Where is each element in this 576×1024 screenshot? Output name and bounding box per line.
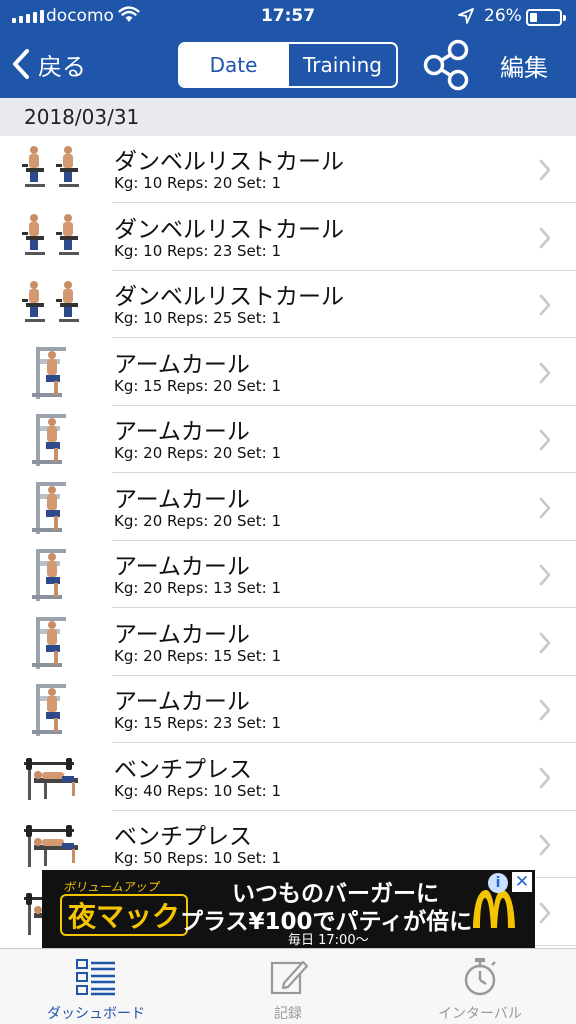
navigation-bar: docomo 17:57 26% 戻る Date Training 編集: [0, 0, 576, 98]
exercise-detail: Kg: 10 Reps: 25 Set: 1: [114, 309, 282, 327]
exercise-thumbnail-bench-press: [20, 748, 90, 806]
stopwatch-icon: [464, 958, 496, 996]
exercise-name: ダンベルリストカール: [114, 284, 344, 310]
ad-brand: 夜マック: [60, 894, 188, 936]
dashboard-icon: [76, 959, 115, 996]
tab-interval[interactable]: インターバル: [384, 949, 576, 1024]
exercise-thumbnail-seated-wrist-curl: [20, 275, 90, 333]
chevron-right-icon: [539, 294, 551, 316]
chevron-right-icon: [539, 699, 551, 721]
tab-label-interval: インターバル: [438, 1006, 522, 1022]
view-mode-segmented-control: Date Training: [178, 42, 398, 88]
exercise-name: アームカール: [114, 554, 250, 580]
chevron-right-icon: [539, 834, 551, 856]
battery-icon: [526, 9, 566, 26]
exercise-name: ベンチプレス: [114, 824, 252, 850]
exercise-detail: Kg: 20 Reps: 20 Set: 1: [114, 511, 282, 530]
chevron-right-icon: [539, 632, 551, 653]
exercise-row[interactable]: アームカール Kg: 20 Reps: 20 Set: 1: [0, 474, 576, 541]
exercise-detail: Kg: 10 Reps: 23 Set: 1: [114, 241, 282, 260]
exercise-row[interactable]: ベンチプレス Kg: 50 Reps: 10 Set: 1: [0, 811, 576, 878]
chevron-right-icon: [539, 497, 551, 518]
ad-category: ボリュームアップ: [62, 880, 161, 894]
status-bar: docomo 17:57 26%: [0, 0, 576, 34]
exercise-thumbnail-arm-curl-machine: [20, 410, 90, 468]
exercise-thumbnail-seated-wrist-curl: [20, 140, 90, 198]
exercise-detail: Kg: 20 Reps: 13 Set: 1: [114, 579, 282, 597]
exercise-row[interactable]: アームカール Kg: 15 Reps: 23 Set: 1: [0, 676, 576, 743]
exercise-row[interactable]: アームカール Kg: 20 Reps: 20 Set: 1: [0, 406, 576, 473]
exercise-detail: Kg: 15 Reps: 20 Set: 1: [114, 376, 282, 395]
section-date: 2018/03/31: [24, 105, 140, 129]
edit-record-icon: [270, 960, 309, 995]
exercise-detail: Kg: 15 Reps: 23 Set: 1: [114, 714, 282, 732]
exercise-row[interactable]: ダンベルリストカール Kg: 10 Reps: 25 Set: 1: [0, 271, 576, 338]
tab-label-record: 記録: [274, 1006, 302, 1022]
exercise-name: アームカール: [114, 351, 250, 378]
exercise-name: アームカール: [114, 621, 250, 648]
tab-bar: ダッシュボード 記録 インターバル: [0, 948, 576, 1024]
chevron-right-icon: [539, 429, 551, 451]
chevron-right-icon: [539, 159, 551, 181]
chevron-right-icon: [539, 564, 551, 586]
exercise-thumbnail-seated-wrist-curl: [20, 208, 90, 266]
exercise-row[interactable]: ベンチプレス Kg: 40 Reps: 10 Set: 1: [0, 744, 576, 811]
ad-schedule: 毎日 17:00〜: [288, 933, 369, 948]
exercise-thumbnail-arm-curl-machine: [20, 545, 90, 603]
exercise-detail: Kg: 40 Reps: 10 Set: 1: [114, 781, 282, 800]
exercise-name: アームカール: [114, 689, 250, 715]
tab-label-dashboard: ダッシュボード: [47, 1006, 145, 1022]
chevron-right-icon: [539, 902, 551, 923]
battery-percent: 26%: [484, 6, 522, 26]
edit-button[interactable]: 編集: [500, 48, 548, 83]
back-label: 戻る: [38, 52, 86, 81]
exercise-row[interactable]: アームカール Kg: 15 Reps: 20 Set: 1: [0, 339, 576, 406]
chevron-right-icon: [539, 362, 551, 383]
exercise-row[interactable]: ダンベルリストカール Kg: 10 Reps: 23 Set: 1: [0, 204, 576, 271]
exercise-row[interactable]: アームカール Kg: 20 Reps: 13 Set: 1: [0, 541, 576, 608]
exercise-thumbnail-bench-press: [20, 815, 90, 873]
segment-date[interactable]: Date: [180, 44, 287, 86]
exercise-thumbnail-arm-curl-machine: [20, 343, 90, 401]
advertisement-banner[interactable]: ボリュームアップ 夜マック いつものバーガーに プラス¥100でパティが倍に 毎…: [42, 870, 535, 948]
exercise-thumbnail-arm-curl-machine: [20, 680, 90, 738]
location-arrow-icon: [458, 8, 474, 24]
exercise-detail: Kg: 10 Reps: 20 Set: 1: [114, 174, 282, 192]
share-icon[interactable]: [420, 38, 474, 92]
workout-log-list: ダンベルリストカール Kg: 10 Reps: 20 Set: 1 ダンベルリストカ…: [0, 136, 576, 948]
exercise-name: アームカール: [114, 486, 250, 513]
mcdonalds-logo-icon: [473, 890, 515, 928]
exercise-thumbnail-arm-curl-machine: [20, 478, 90, 536]
chevron-right-icon: [539, 767, 551, 788]
exercise-detail: Kg: 20 Reps: 20 Set: 1: [114, 444, 282, 462]
segment-training[interactable]: Training: [287, 44, 396, 86]
exercise-detail: Kg: 20 Reps: 15 Set: 1: [114, 646, 282, 665]
exercise-name: ダンベルリストカール: [114, 149, 344, 175]
section-header: 2018/03/31: [0, 98, 576, 136]
exercise-name: アームカール: [114, 419, 250, 445]
back-button[interactable]: 戻る: [10, 44, 86, 84]
exercise-row[interactable]: ダンベルリストカール Kg: 10 Reps: 20 Set: 1: [0, 136, 576, 203]
exercise-name: ダンベルリストカール: [114, 216, 344, 243]
chevron-right-icon: [539, 227, 551, 248]
chevron-left-icon: [13, 49, 29, 79]
exercise-detail: Kg: 50 Reps: 10 Set: 1: [114, 849, 282, 867]
tab-record[interactable]: 記録: [192, 949, 384, 1024]
ad-close-icon[interactable]: ✕: [512, 872, 532, 892]
ad-info-icon[interactable]: i: [488, 873, 508, 893]
exercise-row[interactable]: アームカール Kg: 20 Reps: 15 Set: 1: [0, 609, 576, 676]
tab-dashboard[interactable]: ダッシュボード: [0, 949, 192, 1024]
exercise-name: ベンチプレス: [114, 756, 252, 783]
exercise-thumbnail-arm-curl-machine: [20, 613, 90, 671]
